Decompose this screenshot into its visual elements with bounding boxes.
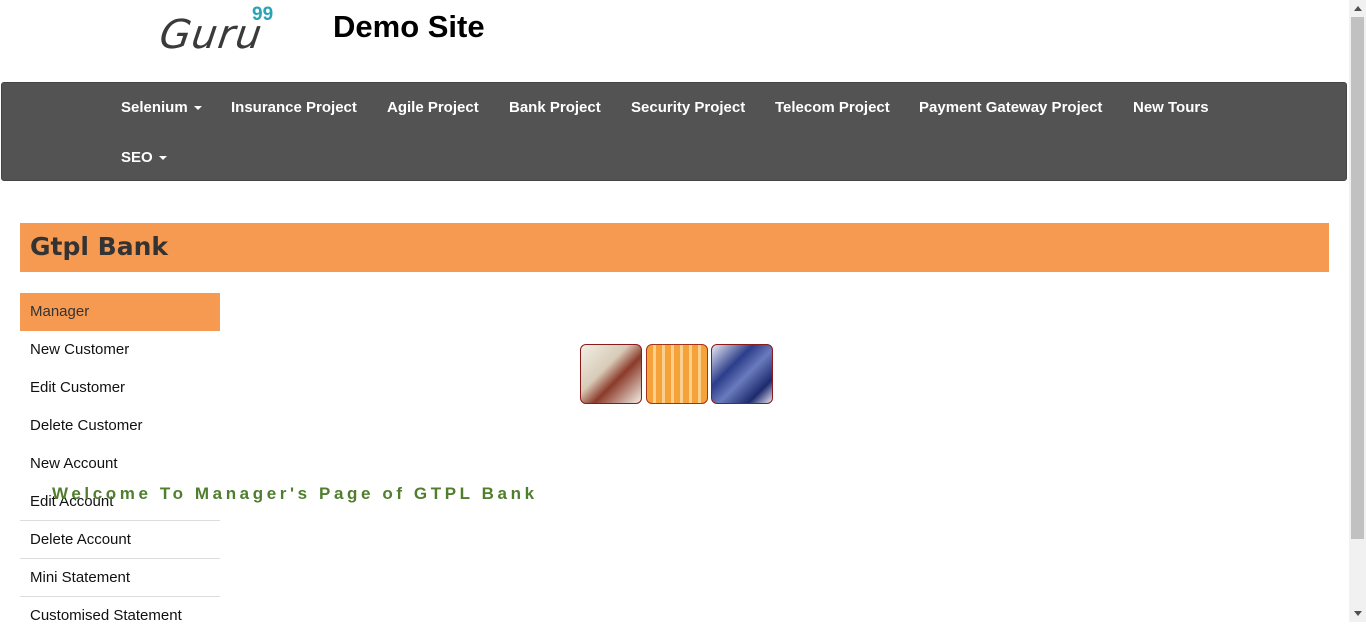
nav-security-project[interactable]: Security Project bbox=[631, 99, 745, 116]
menu-item-delete-account[interactable]: Delete Account bbox=[20, 521, 220, 559]
banner-tile-phone-person bbox=[580, 344, 642, 404]
nav-insurance-project[interactable]: Insurance Project bbox=[231, 99, 357, 116]
logo-superscript: 99 bbox=[252, 4, 274, 25]
nav-bank-project[interactable]: Bank Project bbox=[509, 99, 601, 116]
nav-payment-gateway-project[interactable]: Payment Gateway Project bbox=[919, 99, 1102, 116]
scroll-up-arrow-icon bbox=[1354, 6, 1362, 11]
menu-item-customised-statement[interactable]: Customised Statement bbox=[20, 597, 220, 635]
menu-item-delete-customer[interactable]: Delete Customer bbox=[20, 407, 220, 445]
menu-item-mini-statement[interactable]: Mini Statement bbox=[20, 559, 220, 597]
guru99-logo[interactable]: Guru 99 bbox=[156, 4, 290, 60]
menu-item-new-account[interactable]: New Account bbox=[20, 445, 220, 483]
nav-seo-label: SEO bbox=[121, 149, 153, 166]
banner-tile-coins bbox=[646, 344, 708, 404]
banner-tile-woman bbox=[711, 344, 773, 404]
nav-selenium-dropdown[interactable]: Selenium bbox=[121, 99, 202, 116]
logo-text: Guru bbox=[156, 12, 266, 58]
site-title: Demo Site bbox=[333, 9, 485, 44]
caret-down-icon bbox=[158, 156, 167, 161]
vertical-scrollbar[interactable] bbox=[1349, 0, 1366, 622]
scroll-up-button[interactable] bbox=[1349, 0, 1366, 17]
nav-new-tours[interactable]: New Tours bbox=[1133, 99, 1209, 116]
bank-header-bar: Gtpl Bank bbox=[20, 223, 1329, 272]
scroll-down-button[interactable] bbox=[1349, 605, 1366, 622]
sidebar-menu: Manager New Customer Edit Customer Delet… bbox=[20, 293, 220, 635]
nav-telecom-project[interactable]: Telecom Project bbox=[775, 99, 890, 116]
nav-agile-project[interactable]: Agile Project bbox=[387, 99, 479, 116]
bank-title: Gtpl Bank bbox=[30, 232, 168, 261]
menu-item-edit-customer[interactable]: Edit Customer bbox=[20, 369, 220, 407]
welcome-marquee: Welcome To Manager's Page of GTPL Bank bbox=[52, 484, 538, 503]
nav-seo-dropdown[interactable]: SEO bbox=[121, 149, 167, 166]
top-navbar: Selenium Insurance Project Agile Project… bbox=[1, 82, 1347, 181]
nav-selenium-label: Selenium bbox=[121, 99, 188, 116]
scrollbar-thumb[interactable] bbox=[1351, 17, 1364, 539]
caret-down-icon bbox=[193, 106, 202, 111]
menu-item-manager[interactable]: Manager bbox=[20, 293, 220, 331]
scroll-down-arrow-icon bbox=[1354, 611, 1362, 616]
menu-item-new-customer[interactable]: New Customer bbox=[20, 331, 220, 369]
bank-banner-image bbox=[580, 342, 773, 404]
